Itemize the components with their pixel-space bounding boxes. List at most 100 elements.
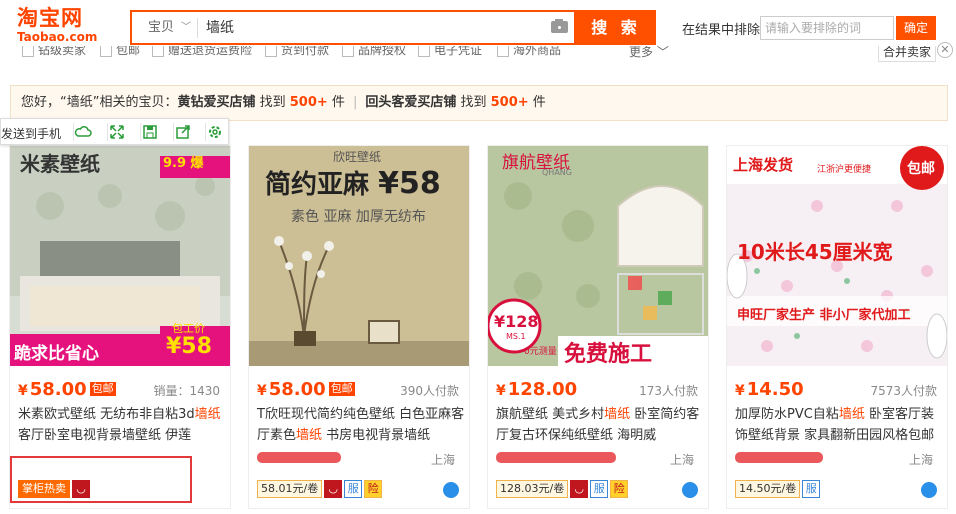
sales-count: 销量：1430 xyxy=(153,384,220,398)
exclude-input[interactable]: 请输入要排除的词 xyxy=(760,16,894,40)
expand-icon[interactable] xyxy=(107,123,125,141)
notice-mid2: 找到 xyxy=(456,95,491,110)
filter-item[interactable]: 海外商品 xyxy=(497,46,561,58)
title-text: 旗航壁纸 美式乡村 xyxy=(496,407,605,422)
product-title[interactable]: 旗航壁纸 美式乡村墙纸 卧室简约客厅复古环保纯纸壁纸 海明威 xyxy=(496,404,704,446)
product-card[interactable]: 上海发货 江浙沪更便捷 包邮 10米长45厘米宽 申旺厂家生产 非小厂家代加工 … xyxy=(726,145,948,509)
image-free-text: 免费施工 xyxy=(564,342,653,366)
product-price: ¥128.00 xyxy=(496,379,578,400)
title-text: 客厅卧室电视背景墙壁纸 伊莲 xyxy=(18,428,192,443)
checkbox-icon xyxy=(342,46,354,57)
shop-name-redacted[interactable] xyxy=(496,452,616,463)
image-sub-text: 素色 亚麻 加厚无纺布 xyxy=(291,209,426,225)
more-filters-button[interactable]: 更多 ﹀ xyxy=(629,46,669,60)
tmall-icon[interactable]: ◡ xyxy=(570,480,589,498)
image-shipping-text: 上海发货 xyxy=(733,156,794,174)
title-highlight: 墙纸 xyxy=(604,407,631,422)
filter-label: 电子凭证 xyxy=(434,46,483,57)
price-value: 58.00 xyxy=(29,379,87,400)
location: 上海 xyxy=(430,453,455,467)
image-badge-text: 9.9 爆 xyxy=(163,156,204,171)
service-icon[interactable]: 服 xyxy=(344,480,363,498)
camera-icon[interactable] xyxy=(550,18,570,34)
filter-label: 品牌授权 xyxy=(358,46,407,57)
logo-cn: 淘宝网 xyxy=(17,6,83,30)
image-brand-text: 米素壁纸 xyxy=(20,152,100,176)
notice-mid1: 找到 xyxy=(255,95,290,110)
checkbox-icon xyxy=(497,46,509,57)
location: 上海 xyxy=(908,453,933,467)
product-card[interactable]: 米素壁纸 9.9 爆 跪求比省心 包工价 ¥58 ¥58.00 包邮 销量：143… xyxy=(9,145,231,509)
filter-label: 钻级卖家 xyxy=(38,46,87,57)
title-highlight: 墙纸 xyxy=(194,407,221,422)
free-shipping-badge: 包邮 xyxy=(328,382,355,396)
notice-shop1[interactable]: 黄钻爱买店铺 xyxy=(177,95,255,110)
product-card[interactable]: 欣旺壁纸 简约亚麻 ¥58 素色 亚麻 加厚无纺布 ¥58.00 包邮 390人付… xyxy=(248,145,470,509)
service-icon[interactable]: 服 xyxy=(590,480,609,498)
image-size-text: 10米长45厘米宽 xyxy=(737,240,893,264)
filter-item[interactable]: 钻级卖家 xyxy=(22,46,86,58)
service-icon[interactable]: 服 xyxy=(802,480,821,498)
insurance-icon[interactable]: 险 xyxy=(610,480,629,498)
notice-count1: 500+ xyxy=(289,95,328,110)
location: 上海 xyxy=(669,453,694,467)
filter-item[interactable]: 电子凭证 xyxy=(418,46,482,58)
title-highlight: 墙纸 xyxy=(296,428,323,443)
image-factory-text: 申旺厂家生产 非小厂家代加工 xyxy=(737,308,911,323)
share-icon[interactable] xyxy=(173,123,191,141)
taobao-logo[interactable]: 淘宝网 Taobao.com xyxy=(17,6,105,44)
tmall-icon[interactable]: ◡ xyxy=(324,480,343,498)
header: 淘宝网 Taobao.com 宝贝 ﹀ 墙纸 搜 索 在结果中排除 请输入要排除的… xyxy=(0,0,956,46)
sales-count: 7573人付款 xyxy=(870,384,937,398)
checkbox-icon xyxy=(418,46,430,57)
service-icons: 14.50元/卷服 xyxy=(735,480,822,498)
product-title[interactable]: T欣旺现代简约纯色壁纸 白色亚麻客厅素色墙纸 书房电视背景墙纸 xyxy=(257,404,465,446)
send-to-phone-button[interactable]: 发送到手机 xyxy=(1,125,61,142)
merge-sellers-button[interactable]: 合并卖家 xyxy=(878,46,936,62)
chevron-down-icon: ﹀ xyxy=(181,22,191,33)
logo-en: Taobao.com xyxy=(17,30,98,44)
search-input[interactable]: 墙纸 xyxy=(206,18,234,38)
item-toolbar: 发送到手机 xyxy=(0,118,229,145)
title-text: 加厚防水PVC自粘 xyxy=(735,407,839,422)
image-sub-text: 江浙沪更便捷 xyxy=(817,165,872,175)
image-brand-text: 欣旺壁纸 xyxy=(333,150,382,164)
wangwang-chat-icon[interactable] xyxy=(682,482,698,498)
wangwang-chat-icon[interactable] xyxy=(921,482,937,498)
wangwang-chat-icon[interactable] xyxy=(443,482,459,498)
product-image[interactable]: 旗航壁纸 QHANG ¥128 MS.1 0元测量 免费施工 xyxy=(488,146,708,366)
product-card[interactable]: 旗航壁纸 QHANG ¥128 MS.1 0元测量 免费施工 ¥128.00 1… xyxy=(487,145,709,509)
product-image[interactable]: 上海发货 江浙沪更便捷 包邮 10米长45厘米宽 申旺厂家生产 非小厂家代加工 xyxy=(727,146,947,366)
product-title[interactable]: 加厚防水PVC自粘墙纸 卧室客厅装饰壁纸背景 家具翻新田园风格包邮 xyxy=(735,404,943,446)
search-type-select[interactable]: 宝贝 ﹀ xyxy=(138,18,198,38)
image-price-text: ¥58 xyxy=(166,334,212,359)
product-image[interactable]: 米素壁纸 9.9 爆 跪求比省心 包工价 ¥58 xyxy=(10,146,230,366)
unit-price-badge: 128.03元/卷 xyxy=(496,480,569,498)
close-icon[interactable]: ✕ xyxy=(937,42,953,58)
cloud-icon[interactable] xyxy=(73,123,92,141)
insurance-icon[interactable]: 险 xyxy=(364,480,383,498)
notice-suffix1: 件 xyxy=(327,95,345,110)
search-box: 宝贝 ﹀ 墙纸 xyxy=(130,10,576,45)
shop-name-redacted[interactable] xyxy=(735,452,823,463)
price-value: 58.00 xyxy=(268,379,326,400)
product-title[interactable]: 米素欧式壁纸 无纺布非自粘3d墙纸客厅卧室电视背景墙壁纸 伊莲 xyxy=(18,404,226,446)
filter-item[interactable]: 赠送退货运费险 xyxy=(152,46,252,58)
sales-count: 390人付款 xyxy=(400,384,459,398)
filter-item[interactable]: 包邮 xyxy=(100,46,140,58)
unit-price-badge: 14.50元/卷 xyxy=(735,480,801,498)
exclude-confirm-button[interactable]: 确定 xyxy=(896,16,936,40)
highlight-annotation-box xyxy=(10,456,192,503)
settings-icon[interactable] xyxy=(205,123,223,141)
search-button[interactable]: 搜 索 xyxy=(576,10,656,45)
save-icon[interactable] xyxy=(140,123,158,141)
shop-name-redacted[interactable] xyxy=(257,452,341,463)
product-image[interactable]: 欣旺壁纸 简约亚麻 ¥58 素色 亚麻 加厚无纺布 xyxy=(249,146,469,366)
filter-label: 海外商品 xyxy=(513,46,562,57)
filter-item[interactable]: 货到付款 xyxy=(265,46,329,58)
filter-item[interactable]: 品牌授权 xyxy=(342,46,406,58)
unit-price-badge: 58.01元/卷 xyxy=(257,480,323,498)
notice-shop2[interactable]: 回头客爱买店铺 xyxy=(365,95,456,110)
checkbox-icon xyxy=(100,46,112,57)
title-text: 书房电视背景墙纸 xyxy=(322,428,431,443)
